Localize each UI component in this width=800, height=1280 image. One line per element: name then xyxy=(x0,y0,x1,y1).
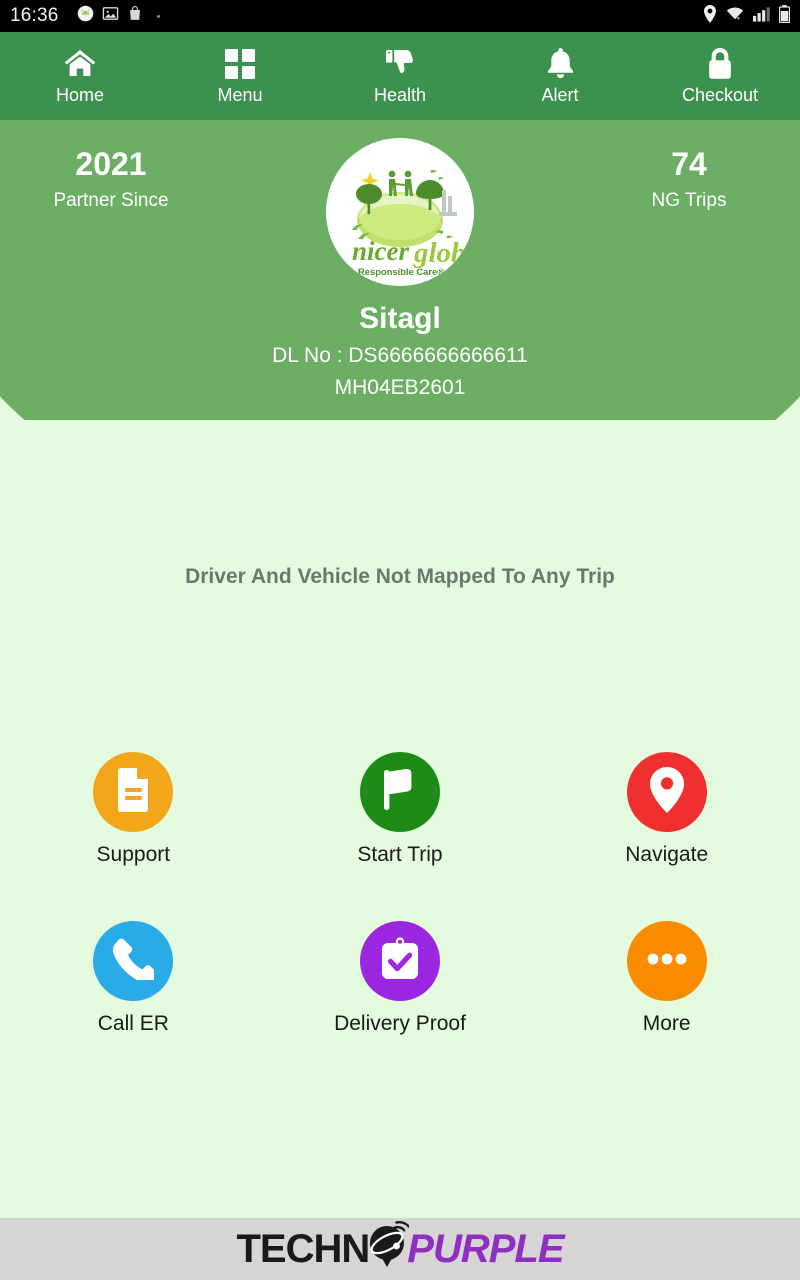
profile-header: 2021 Partner Since 74 NG Trips nicer glo… xyxy=(0,120,800,420)
action-row-1: Support Start Trip Navigate xyxy=(0,752,800,865)
nav-label-menu: Menu xyxy=(217,84,263,105)
home-icon xyxy=(64,49,96,79)
action-label-delivery-proof: Delivery Proof xyxy=(334,1012,466,1035)
driver-licence-number: DL No : DS6666666666611 xyxy=(272,344,528,367)
action-label-more: More xyxy=(642,1012,691,1035)
location-icon xyxy=(703,4,717,28)
action-row-2: Call ER Delivery Proof More xyxy=(0,921,800,1034)
nicerglobe-logo: nicer globe Responsible Care® Initiative xyxy=(326,138,474,286)
action-grid: Support Start Trip Navigate Call ER Deli… xyxy=(0,752,800,1090)
footer-bar: TECHN PURPLE xyxy=(0,1218,800,1280)
nicerglobe-logo-art: nicer globe Responsible Care® Initiative xyxy=(326,138,474,286)
stat-ng-trips: 74 NG Trips xyxy=(604,146,774,212)
ellipsis-icon xyxy=(647,952,687,970)
grid-icon xyxy=(225,48,255,79)
app-screen: 16:36 Home Menu Health Alert Checkout 20… xyxy=(0,0,800,1280)
delivery-proof-icon-circle[interactable] xyxy=(360,921,440,1001)
status-bar-right xyxy=(703,4,791,28)
bell-icon xyxy=(547,48,574,79)
action-label-call-er: Call ER xyxy=(97,1012,169,1035)
action-start-trip[interactable]: Start Trip xyxy=(267,752,534,865)
technopurple-logo: TECHN PURPLE xyxy=(236,1220,565,1278)
trip-status-message: Driver And Vehicle Not Mapped To Any Tri… xyxy=(185,565,615,588)
navigate-icon-circle[interactable] xyxy=(626,752,707,832)
action-support[interactable]: Support xyxy=(0,752,267,865)
call-er-icon-circle[interactable] xyxy=(93,921,174,1001)
nav-item-alert[interactable]: Alert xyxy=(480,32,640,120)
image-icon xyxy=(102,5,119,27)
nav-item-home[interactable]: Home xyxy=(0,32,160,120)
status-bar: 16:36 xyxy=(0,0,800,32)
nav-label-alert: Alert xyxy=(541,84,579,105)
svg-text:nicer: nicer xyxy=(352,236,409,266)
more-icon-circle[interactable] xyxy=(626,921,707,1001)
nav-label-checkout: Checkout xyxy=(681,84,759,105)
action-label-support: Support xyxy=(96,843,171,866)
globe-pin-icon xyxy=(365,1220,411,1278)
stat-ng-trips-label: NG Trips xyxy=(651,189,727,211)
document-icon xyxy=(113,767,153,817)
nav-label-health: Health xyxy=(373,84,427,105)
clipboard-check-icon xyxy=(380,936,420,986)
android-icon xyxy=(77,5,94,27)
nav-item-menu[interactable]: Menu xyxy=(160,32,320,120)
stat-partner-since-label: Partner Since xyxy=(53,189,169,211)
action-navigate[interactable]: Navigate xyxy=(533,752,800,865)
stat-partner-since-value: 2021 xyxy=(75,146,147,182)
brand-text-techno: TECHN xyxy=(236,1226,370,1271)
flag-icon xyxy=(379,768,421,817)
status-bar-clock: 16:36 xyxy=(10,5,59,26)
brand-text-purple: PURPLE xyxy=(407,1226,564,1271)
stat-ng-trips-value: 74 xyxy=(671,146,707,182)
driver-name: Sitagl xyxy=(359,302,441,335)
top-navigation-bar: Home Menu Health Alert Checkout xyxy=(0,32,800,120)
action-call-er[interactable]: Call ER xyxy=(0,921,267,1034)
vehicle-number: MH04EB2601 xyxy=(334,376,466,399)
action-delivery-proof[interactable]: Delivery Proof xyxy=(267,921,534,1034)
status-bar-left: 16:36 xyxy=(10,5,160,27)
thumbs-down-icon xyxy=(385,49,415,79)
map-pin-icon xyxy=(649,766,684,818)
shopping-bag-icon xyxy=(127,5,143,27)
phone-icon xyxy=(112,938,158,985)
nav-item-checkout[interactable]: Checkout xyxy=(640,32,800,120)
action-label-navigate: Navigate xyxy=(625,843,709,866)
more-dot-icon xyxy=(156,14,160,18)
battery-icon xyxy=(778,4,791,28)
nav-item-health[interactable]: Health xyxy=(320,32,480,120)
stat-partner-since: 2021 Partner Since xyxy=(26,146,196,212)
support-icon-circle[interactable] xyxy=(93,752,174,832)
nav-label-home: Home xyxy=(55,84,104,105)
action-label-start-trip: Start Trip xyxy=(357,843,443,866)
action-more[interactable]: More xyxy=(533,921,800,1034)
signal-icon xyxy=(753,6,770,27)
start-trip-icon-circle[interactable] xyxy=(360,752,440,832)
lock-icon xyxy=(707,47,733,79)
wifi-icon xyxy=(726,5,744,27)
